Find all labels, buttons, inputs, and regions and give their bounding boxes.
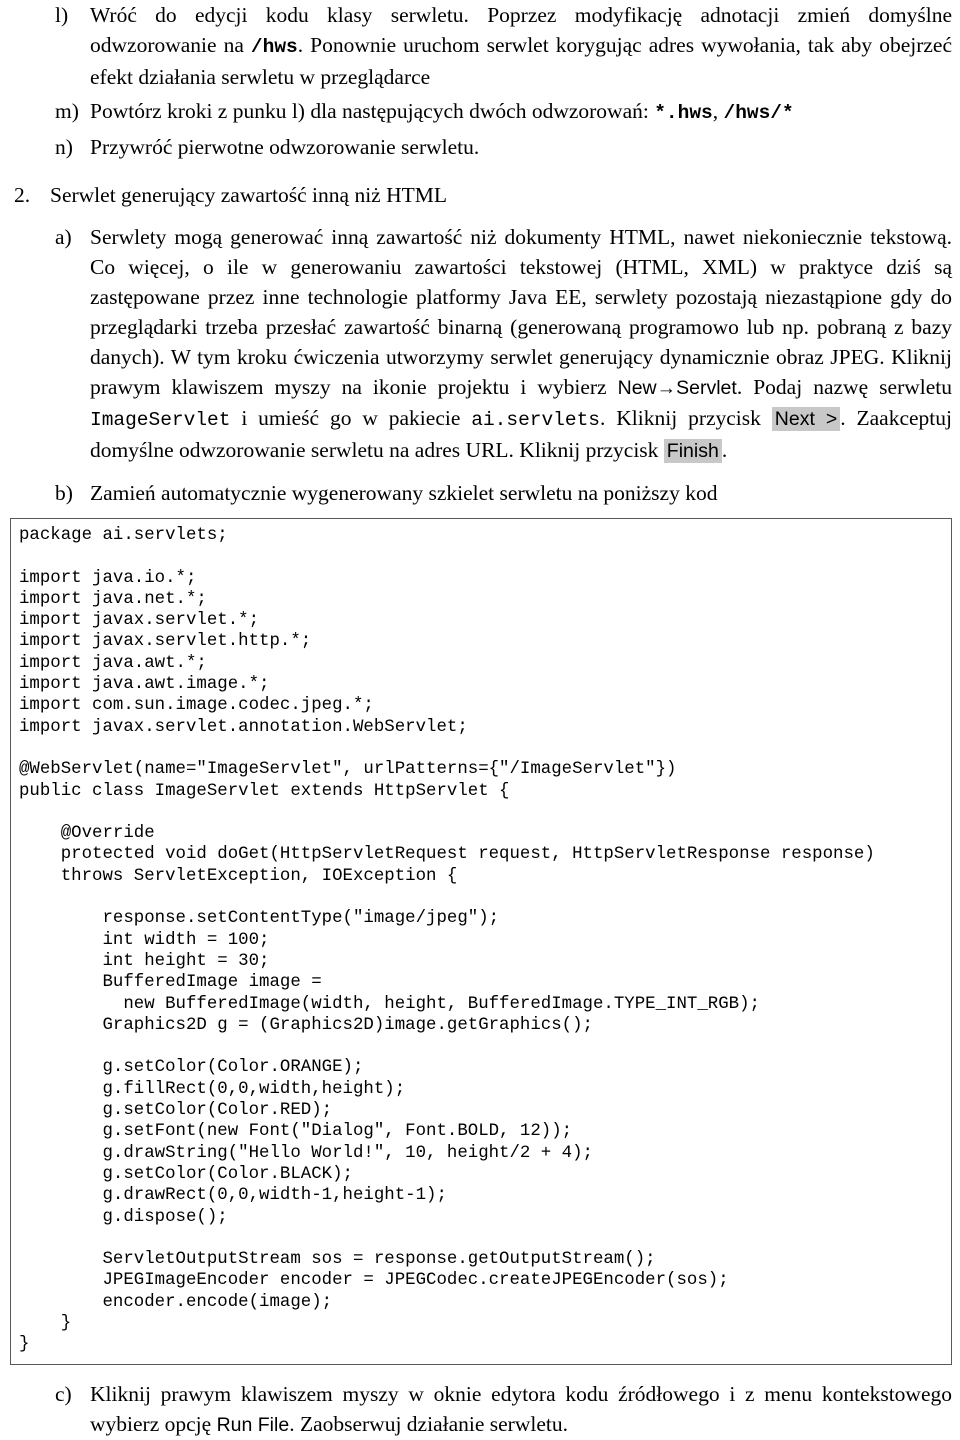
- document-page: l) Wróć do edycji kodu klasy serwletu. Po…: [0, 0, 960, 1440]
- instruction-list-before-code: l) Wróć do edycji kodu klasy serwletu. Po…: [0, 0, 960, 508]
- text-run: Serwlety mogą generować inną zawartość n…: [90, 225, 952, 399]
- code-block: package ai.servlets; import java.io.*; i…: [10, 518, 952, 1365]
- list-item-text: Zamień automatycznie wygenerowany szkiel…: [90, 478, 960, 508]
- text-run: i umieść go w pakiecie: [230, 406, 472, 430]
- list-item-text: Serwlety mogą generować inną zawartość n…: [90, 222, 960, 466]
- inline-code: ai.servlets: [471, 409, 600, 431]
- list-item-text: Serwlet generujący zawartość inną niż HT…: [50, 180, 960, 210]
- list-item-n: n) Przywróć pierwotne odwzorowanie serwle…: [0, 132, 960, 162]
- text-run: . Podaj nazwę serwletu: [736, 375, 952, 399]
- list-marker: a): [55, 225, 72, 249]
- list-item-2a: a) Serwlety mogą generować inną zawartość…: [0, 222, 960, 466]
- text-run: Zamień automatycznie wygenerowany szkiel…: [90, 481, 718, 505]
- list-marker: l): [55, 3, 69, 27]
- list-marker: m): [55, 99, 79, 123]
- text-run: Powtórz kroki z punku l) dla następujący…: [90, 99, 655, 123]
- list-item-text: Kliknij prawym klawiszem myszy w oknie e…: [90, 1379, 960, 1440]
- list-marker: b): [55, 481, 73, 505]
- text-run: Przywróć pierwotne odwzorowanie serwletu…: [90, 135, 480, 159]
- list-item-text: Wróć do edycji kodu klasy serwletu. Popr…: [90, 0, 960, 92]
- list-marker: 2.: [14, 183, 31, 207]
- text-run: Serwlet generujący zawartość inną niż HT…: [50, 183, 447, 207]
- inline-code-bold: /hws/*: [723, 102, 794, 124]
- inline-code-bold: /hws: [250, 36, 298, 58]
- inline-code: ImageServlet: [90, 409, 231, 431]
- text-run: ,: [712, 99, 724, 123]
- list-item-2b: b) Zamień automatycznie wygenerowany szki…: [0, 478, 960, 508]
- list-item-2c: c) Kliknij prawym klawiszem myszy w oknie…: [0, 1379, 960, 1440]
- list-item-text: Powtórz kroki z punku l) dla następujący…: [90, 96, 960, 128]
- instruction-list-after-code: c) Kliknij prawym klawiszem myszy w oknie…: [0, 1365, 960, 1440]
- text-run: . Kliknij przycisk: [600, 406, 772, 430]
- ui-button[interactable]: Finish: [663, 439, 722, 463]
- ui-label: New→Servlet: [617, 377, 737, 399]
- list-item-l: l) Wróć do edycji kodu klasy serwletu. Po…: [0, 0, 960, 92]
- inline-code-bold: *.hws: [654, 102, 713, 124]
- code-block-text: package ai.servlets; import java.io.*; i…: [19, 526, 875, 1355]
- ui-button[interactable]: Next >: [771, 407, 841, 431]
- text-run: . Zaobserwuj działanie serwletu.: [289, 1411, 568, 1436]
- text-run: .: [721, 438, 728, 462]
- list-marker: n): [55, 135, 73, 159]
- list-item-2: 2. Serwlet generujący zawartość inną niż …: [0, 180, 960, 210]
- list-item-text: Przywróć pierwotne odwzorowanie serwletu…: [90, 132, 960, 162]
- ui-label: Run File: [216, 1413, 290, 1436]
- list-marker: c): [55, 1381, 72, 1406]
- list-item-m: m) Powtórz kroki z punku l) dla następują…: [0, 96, 960, 128]
